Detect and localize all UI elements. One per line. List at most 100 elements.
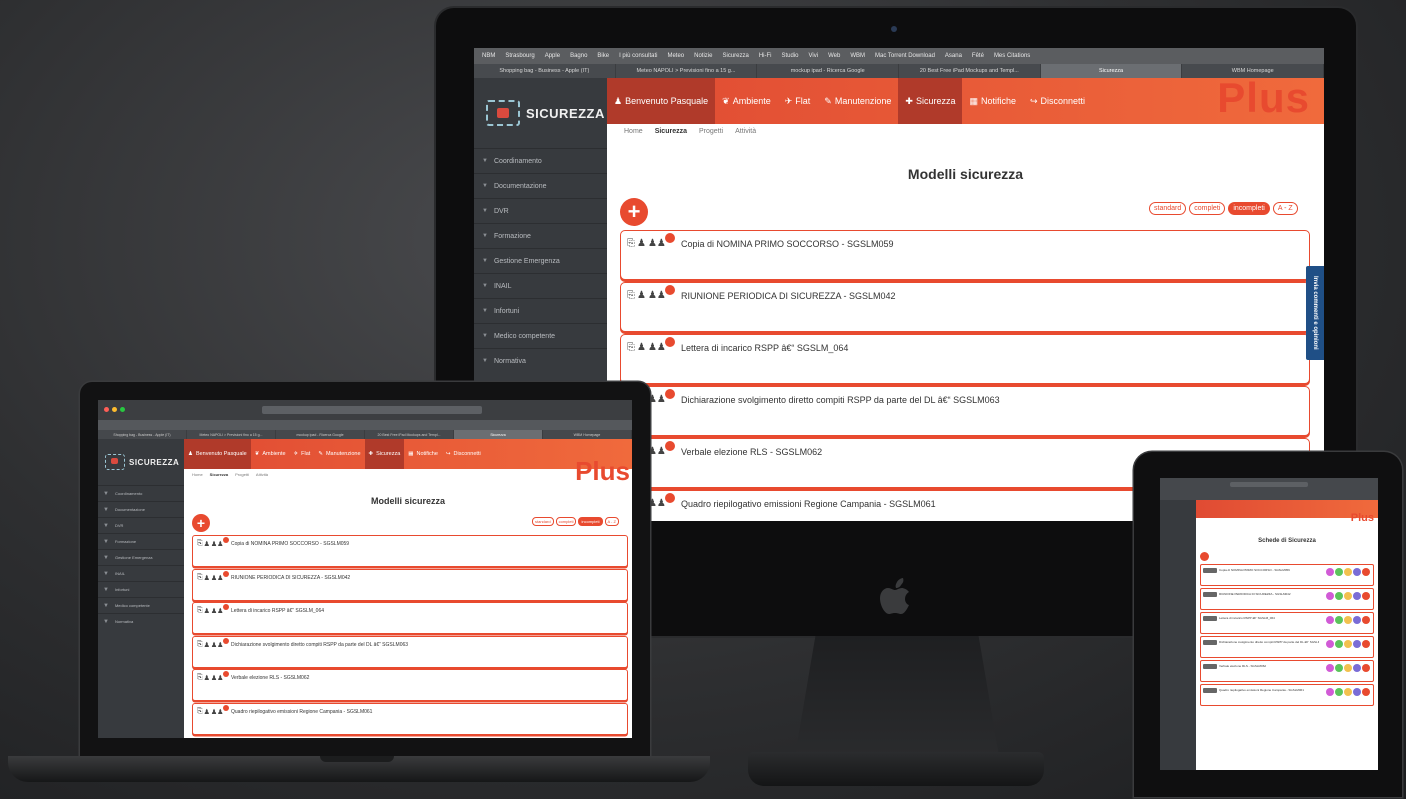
sidebar-item[interactable]: ▼ Normativa — [98, 613, 184, 629]
filter-button[interactable]: completi — [555, 517, 577, 526]
nav-item[interactable]: ▦ Notifiche — [962, 78, 1023, 124]
status-icon[interactable] — [1353, 664, 1361, 672]
bookmark-item[interactable]: WBM — [850, 53, 865, 59]
add-model-button[interactable]: + — [192, 514, 210, 532]
sidebar-item[interactable]: ▼ DVR — [98, 517, 184, 533]
copy-icon[interactable]: ⎘ — [197, 607, 203, 615]
model-card[interactable]: ⎘♟♟♟Quadro riepilogativo emissioni Regio… — [192, 702, 628, 735]
model-card[interactable]: ⎘ ♟ ♟♟ Copia di NOMINA PRIMO SOCCORSO - SGS… — [192, 535, 628, 567]
bookmark-item[interactable]: Mac Torrent Download — [875, 53, 935, 59]
status-icon[interactable] — [1344, 592, 1352, 600]
sidebar-item[interactable]: ▼ Documentazione — [98, 501, 184, 517]
user-icon[interactable]: ♟ — [204, 641, 210, 649]
status-icon[interactable] — [1353, 640, 1361, 648]
nav-item[interactable]: ♟ Benvenuto Pasquale — [607, 78, 716, 124]
user-icon[interactable]: ♟ — [204, 540, 210, 548]
bookmark-item[interactable]: I più consultati — [619, 53, 657, 59]
status-icon[interactable] — [1326, 568, 1334, 576]
users-icon[interactable]: ♟♟ — [648, 238, 666, 249]
status-icon[interactable] — [1326, 640, 1334, 648]
copy-icon[interactable]: ⎘ — [197, 641, 203, 649]
filter-button[interactable]: A - Z — [604, 517, 619, 526]
nav-item[interactable]: ✚ Sicurezza — [364, 439, 405, 469]
status-icon[interactable] — [1335, 688, 1343, 696]
status-icon[interactable] — [1362, 640, 1370, 648]
breadcrumb-item[interactable]: Progetti — [235, 472, 249, 477]
filter-button[interactable]: incompleti — [1228, 202, 1270, 215]
status-icon[interactable] — [1362, 616, 1370, 624]
breadcrumb-item[interactable]: Progetti — [699, 128, 723, 135]
nav-item[interactable]: ↪ Disconnetti — [442, 439, 485, 469]
bookmark-item[interactable]: Notizie — [694, 53, 712, 59]
users-icon[interactable]: ♟♟ — [211, 540, 224, 548]
user-icon[interactable]: ♟ — [637, 238, 646, 249]
browser-tab[interactable]: Meteo NAPOLI > Previsioni fino a 15 g... — [187, 430, 276, 439]
status-icon[interactable] — [1362, 568, 1370, 576]
status-icon[interactable] — [1353, 568, 1361, 576]
browser-tab[interactable]: Sicurezza — [454, 430, 543, 439]
status-icon[interactable] — [1344, 688, 1352, 696]
bookmark-item[interactable]: Fêté — [972, 53, 984, 59]
status-icon[interactable] — [1362, 664, 1370, 672]
schede-row[interactable]: Verbale elezione RLS - SGSLM062 — [1200, 660, 1374, 682]
bookmark-item[interactable]: NBM — [482, 53, 495, 59]
filter-button[interactable]: standard — [532, 517, 554, 526]
breadcrumb-item[interactable]: Attività — [735, 128, 756, 135]
status-icon[interactable] — [1353, 592, 1361, 600]
bookmark-item[interactable]: Apple — [545, 53, 560, 59]
user-icon[interactable]: ♟ — [204, 574, 210, 582]
user-icon[interactable]: ♟ — [204, 708, 210, 716]
copy-icon[interactable]: ⎘ — [627, 342, 635, 353]
model-card[interactable]: ⎘♟♟♟Dichiarazione svolgimento diretto co… — [192, 635, 628, 668]
model-card[interactable]: ⎘ ♟ ♟♟ RIUNIONE PERIODICA DI SICUREZZA - SG… — [620, 282, 1310, 332]
user-icon[interactable]: ♟ — [204, 607, 210, 615]
breadcrumb-item[interactable]: Home — [192, 472, 203, 477]
schede-row[interactable]: Lettera di incarico RSPP â€“ SGSLM_064 — [1200, 612, 1374, 634]
status-icon[interactable] — [1326, 688, 1334, 696]
app-logo[interactable]: SICUREZZA — [474, 78, 607, 148]
breadcrumb-item[interactable]: Sicurezza — [210, 472, 228, 477]
schede-row[interactable]: Copia di NOMINA PRIMO SOCCORSO - SGSLM05… — [1200, 564, 1374, 586]
add-model-button[interactable]: + — [620, 198, 648, 226]
users-icon[interactable]: ♟♟ — [648, 446, 666, 457]
filter-button[interactable]: A - Z — [1272, 202, 1298, 215]
model-card[interactable]: ⎘ ♟ ♟♟ Copia di NOMINA PRIMO SOCCORSO - SGS… — [620, 230, 1310, 280]
nav-item[interactable]: ✈ Flat — [778, 78, 818, 124]
model-card[interactable]: ⎘ ♟ ♟♟ RIUNIONE PERIODICA DI SICUREZZA - SG… — [192, 568, 628, 601]
users-icon[interactable]: ♟♟ — [648, 290, 666, 301]
nav-item[interactable]: ✈ Flat — [290, 439, 315, 469]
users-icon[interactable]: ♟♟ — [648, 394, 666, 405]
model-card[interactable]: ⎘♟♟♟Verbale elezione RLS - SGSLM062 — [192, 669, 628, 701]
status-icon[interactable] — [1344, 616, 1352, 624]
sidebar-item[interactable]: ▼ INAIL — [98, 565, 184, 581]
nav-item[interactable]: ❦ Ambiente — [715, 78, 778, 124]
users-icon[interactable]: ♟♟ — [211, 641, 224, 649]
nav-item[interactable]: ▦ Notifiche — [404, 439, 442, 469]
status-icon[interactable] — [1362, 688, 1370, 696]
browser-tab[interactable]: WBM Homepage — [543, 430, 632, 439]
sidebar-item[interactable]: ▼ Formazione — [474, 223, 607, 248]
sidebar-item[interactable]: ▼ DVR — [474, 198, 607, 223]
bookmark-item[interactable]: Vivi — [809, 53, 819, 59]
user-icon[interactable]: ♟ — [204, 674, 210, 682]
url-bar[interactable] — [262, 406, 482, 414]
users-icon[interactable]: ♟♟ — [648, 498, 666, 509]
breadcrumb-item[interactable]: Sicurezza — [655, 128, 687, 135]
status-icon[interactable] — [1362, 592, 1370, 600]
nav-item[interactable]: ❦ Ambiente — [251, 439, 290, 469]
bookmark-item[interactable]: Meteo — [667, 53, 684, 59]
users-icon[interactable]: ♟♟ — [648, 342, 666, 353]
sidebar-item[interactable]: ▼ Coordinamento — [474, 148, 607, 173]
sidebar-item[interactable]: ▼ INAIL — [474, 273, 607, 298]
browser-tab[interactable]: Sicurezza — [1040, 64, 1183, 78]
breadcrumb-item[interactable]: Home — [624, 128, 643, 135]
sidebar-item[interactable]: ▼ Medico competente — [474, 323, 607, 348]
copy-icon[interactable]: ⎘ — [627, 238, 635, 249]
bookmark-item[interactable]: Asana — [945, 53, 962, 59]
bookmark-item[interactable]: Bagno — [570, 53, 587, 59]
users-icon[interactable]: ♟♟ — [211, 708, 224, 716]
copy-icon[interactable]: ⎘ — [197, 674, 203, 682]
browser-tab[interactable]: 20 Best Free iPad Mockups and Templ... — [899, 64, 1041, 78]
status-icon[interactable] — [1335, 568, 1343, 576]
status-icon[interactable] — [1344, 664, 1352, 672]
